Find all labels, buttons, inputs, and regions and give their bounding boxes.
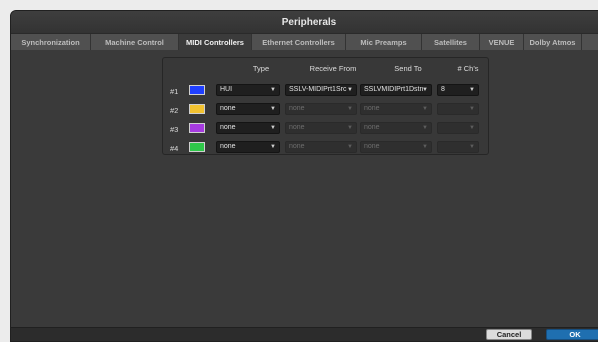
window-titlebar: Peripherals (11, 11, 598, 33)
receive-from-value: none (289, 105, 305, 112)
peripherals-window: Peripherals Synchronization Machine Cont… (10, 10, 598, 342)
controller-color-swatch[interactable] (189, 142, 205, 152)
dropdown-arrow-icon: ▼ (270, 125, 276, 131)
row-label: #1 (170, 87, 179, 96)
send-to-dropdown: none ▼ (360, 103, 432, 115)
tab-satellites[interactable]: Satellites (422, 34, 480, 50)
type-value: none (220, 143, 236, 150)
dropdown-arrow-icon: ▼ (469, 125, 475, 131)
dialog-footer: Cancel OK (11, 327, 598, 341)
tab-machine-control[interactable]: Machine Control (91, 34, 179, 50)
row-label: #3 (170, 125, 179, 134)
type-dropdown[interactable]: HUI ▼ (216, 84, 280, 96)
controller-color-swatch[interactable] (189, 123, 205, 133)
channels-value: 8 (441, 86, 445, 93)
tab-content: Type Receive From Send To # Ch's #1 HUI ▼… (11, 50, 598, 328)
cancel-button[interactable]: Cancel (486, 329, 532, 340)
send-to-value: none (364, 105, 380, 112)
dropdown-arrow-icon: ▼ (270, 144, 276, 150)
dropdown-arrow-icon: ▼ (270, 87, 276, 93)
send-to-dropdown: none ▼ (360, 141, 432, 153)
controller-color-swatch[interactable] (189, 104, 205, 114)
receive-from-value: none (289, 124, 305, 131)
type-dropdown[interactable]: none ▼ (216, 103, 280, 115)
dropdown-arrow-icon: ▼ (422, 125, 428, 131)
tab-venue[interactable]: VENUE (480, 34, 524, 50)
dropdown-arrow-icon: ▼ (347, 106, 353, 112)
receive-from-dropdown[interactable]: SSLV-MIDIPrt1Src ▼ (285, 84, 357, 96)
row-label: #2 (170, 106, 179, 115)
row-label: #4 (170, 144, 179, 153)
column-header-receive-from: Receive From (309, 64, 357, 73)
dropdown-arrow-icon: ▼ (422, 144, 428, 150)
dropdown-arrow-icon: ▼ (347, 144, 353, 150)
column-header-channels: # Ch's (457, 64, 479, 73)
dropdown-arrow-icon: ▼ (469, 87, 475, 93)
channels-dropdown[interactable]: 8 ▼ (437, 84, 479, 96)
dropdown-arrow-icon: ▼ (422, 87, 428, 93)
dropdown-arrow-icon: ▼ (270, 106, 276, 112)
dropdown-arrow-icon: ▼ (469, 106, 475, 112)
midi-controllers-panel: Type Receive From Send To # Ch's #1 HUI ▼… (162, 57, 489, 155)
column-header-send-to: Send To (394, 64, 422, 73)
tab-mic-preamps[interactable]: Mic Preamps (346, 34, 422, 50)
ok-button[interactable]: OK (546, 329, 598, 340)
tab-synchronization[interactable]: Synchronization (11, 34, 91, 50)
tab-dolby-atmos[interactable]: Dolby Atmos (524, 34, 582, 50)
send-to-value: none (364, 124, 380, 131)
channels-dropdown: ▼ (437, 141, 479, 153)
controller-color-swatch[interactable] (189, 85, 205, 95)
receive-from-value: none (289, 143, 305, 150)
type-value: none (220, 124, 236, 131)
send-to-dropdown: none ▼ (360, 122, 432, 134)
type-dropdown[interactable]: none ▼ (216, 141, 280, 153)
send-to-value: SSLVMIDIPrt1Dstn (364, 86, 424, 93)
send-to-dropdown[interactable]: SSLVMIDIPrt1Dstn ▼ (360, 84, 432, 96)
tab-ethernet-controllers[interactable]: Ethernet Controllers (252, 34, 346, 50)
channels-dropdown: ▼ (437, 103, 479, 115)
column-header-type: Type (252, 64, 270, 73)
type-dropdown[interactable]: none ▼ (216, 122, 280, 134)
send-to-value: none (364, 143, 380, 150)
type-value: HUI (220, 86, 233, 93)
receive-from-dropdown: none ▼ (285, 141, 357, 153)
tab-bar: Synchronization Machine Control MIDI Con… (11, 33, 598, 51)
receive-from-dropdown: none ▼ (285, 103, 357, 115)
dropdown-arrow-icon: ▼ (469, 144, 475, 150)
receive-from-value: SSLV-MIDIPrt1Src (289, 86, 347, 93)
dropdown-arrow-icon: ▼ (347, 87, 353, 93)
channels-dropdown: ▼ (437, 122, 479, 134)
dropdown-arrow-icon: ▼ (422, 106, 428, 112)
tab-midi-controllers[interactable]: MIDI Controllers (179, 34, 252, 50)
dropdown-arrow-icon: ▼ (347, 125, 353, 131)
window-title: Peripherals (281, 16, 337, 28)
receive-from-dropdown: none ▼ (285, 122, 357, 134)
type-value: none (220, 105, 236, 112)
